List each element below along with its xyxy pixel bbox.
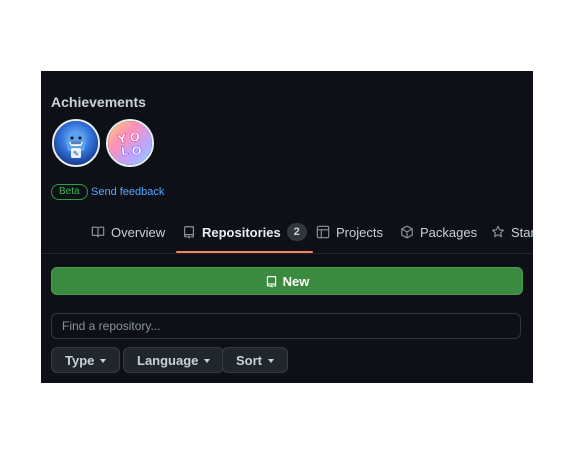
tab-stars[interactable]: Stars [491, 211, 533, 253]
repo-icon [182, 225, 196, 239]
star-icon [491, 225, 505, 239]
new-button-label: New [282, 273, 310, 289]
tab-projects-label: Projects [336, 224, 383, 240]
tab-packages-label: Packages [420, 224, 478, 240]
find-repository-input[interactable] [51, 313, 521, 339]
tab-overview[interactable]: Overview [91, 211, 165, 253]
achievements-heading: Achievements [51, 94, 146, 110]
caret-down-icon [204, 358, 211, 363]
svg-text:O: O [131, 143, 143, 158]
svg-text:✎: ✎ [73, 150, 79, 158]
sort-filter-button[interactable]: Sort [222, 347, 288, 373]
type-filter-label: Type [65, 352, 95, 368]
yolo-achievement-icon[interactable]: Y O L O [106, 119, 154, 167]
tab-projects[interactable]: Projects [316, 211, 383, 253]
tab-stars-label: Stars [511, 224, 533, 240]
caret-down-icon [100, 358, 107, 363]
language-filter-label: Language [137, 352, 199, 368]
profile-tabs: Overview Repositories 2 Projects Package… [41, 211, 533, 254]
table-icon [316, 225, 330, 239]
tab-packages[interactable]: Packages [400, 211, 477, 253]
new-repository-button[interactable]: New [51, 267, 523, 295]
book-icon [91, 225, 105, 239]
tab-repositories-label: Repositories [202, 224, 281, 240]
package-icon [400, 225, 414, 239]
send-feedback-link[interactable]: Send feedback [91, 185, 164, 199]
repositories-count-badge: 2 [286, 223, 307, 241]
repo-icon [265, 275, 278, 288]
profile-panel: Achievements ✎ Y O L O Beta Send feedbac… [41, 71, 533, 383]
sort-filter-label: Sort [236, 352, 262, 368]
beta-label: Beta [51, 184, 88, 200]
tab-overview-label: Overview [111, 224, 166, 240]
shark-achievement-icon[interactable]: ✎ [52, 119, 100, 167]
type-filter-button[interactable]: Type [51, 347, 121, 373]
caret-down-icon [268, 358, 274, 363]
language-filter-button[interactable]: Language [123, 347, 225, 373]
tab-repositories[interactable]: Repositories 2 [176, 211, 313, 253]
